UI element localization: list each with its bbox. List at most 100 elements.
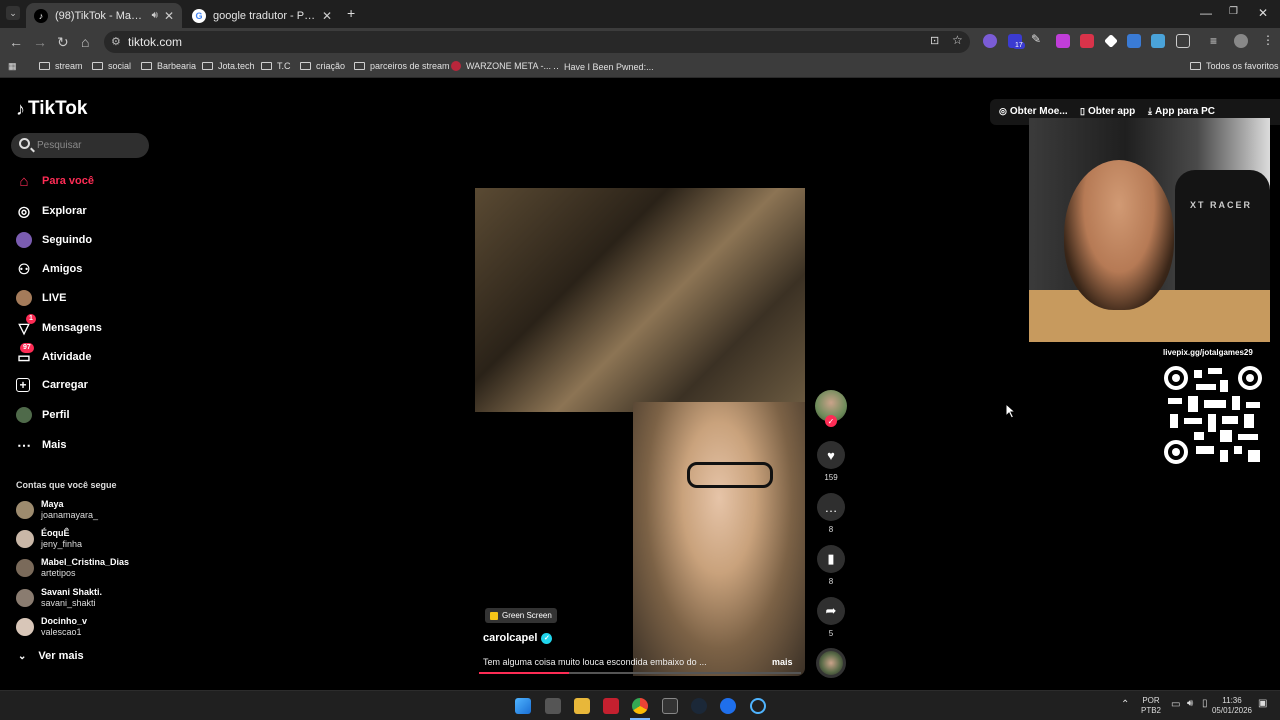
all-bookmarks-folder[interactable]: Todos os favoritos — [1190, 61, 1279, 71]
new-tab-icon[interactable]: + — [347, 5, 355, 21]
restore-icon[interactable]: ❐ — [1229, 6, 1238, 17]
site-info-icon[interactable]: ⚙ — [111, 35, 121, 48]
search-app-icon[interactable] — [750, 698, 766, 714]
account-handle: joanamayara_ — [41, 510, 99, 520]
tiktok-logo[interactable]: ♪ TikTok — [16, 98, 87, 120]
messages-badge: 1 — [26, 314, 36, 324]
nav-mais[interactable]: ⋯ Mais — [16, 437, 66, 453]
address-bar[interactable]: ⚙ tiktok.com ⊡ ☆ — [104, 31, 970, 53]
translate-icon[interactable] — [1127, 34, 1141, 48]
app-icon[interactable] — [603, 698, 619, 714]
caption-more-button[interactable]: mais — [772, 657, 793, 667]
bookmark-folder[interactable]: parceiros de stream — [354, 61, 450, 71]
back-icon[interactable]: ← — [9, 34, 23, 50]
clock[interactable]: 11:36 05/01/2026 — [1209, 696, 1255, 716]
profile-avatar[interactable] — [1234, 34, 1248, 48]
network-icon[interactable]: ▭ — [1171, 700, 1180, 710]
followed-account[interactable]: ÉoquÊ jeny_finha — [16, 528, 82, 550]
followed-account[interactable]: Mabel_Cristina_Dias artetipos — [16, 557, 129, 579]
bookmark-folder[interactable]: Jota.tech — [202, 61, 255, 71]
followed-account[interactable]: Maya joanamayara_ — [16, 499, 98, 521]
bookmark-label: Jota.tech — [218, 61, 255, 71]
task-view-icon[interactable] — [545, 698, 561, 714]
bookmark-folder[interactable]: T.C — [261, 61, 291, 71]
extension-icon[interactable] — [1151, 34, 1165, 48]
nav-seguindo[interactable]: Seguindo — [16, 232, 92, 248]
folder-icon — [300, 62, 311, 70]
nav-atividade[interactable]: ▭ 97 Atividade — [16, 343, 92, 365]
see-more-button[interactable]: ⌄ Ver mais — [18, 650, 84, 662]
close-icon[interactable]: ✕ — [316, 9, 332, 23]
qr-code — [1164, 366, 1262, 464]
qr-module — [1232, 396, 1240, 410]
nav-explorar[interactable]: ◎ Explorar — [16, 203, 87, 219]
bookmark-folder[interactable]: social — [92, 61, 131, 71]
follow-check-icon[interactable]: ✓ — [825, 415, 837, 427]
menu-kebab-icon[interactable]: ⋮ — [1262, 33, 1274, 47]
nav-carregar[interactable]: + Carregar — [16, 378, 88, 392]
extensions-puzzle-icon[interactable] — [1176, 34, 1190, 48]
nav-mensagens[interactable]: ▽ 1 Mensagens — [16, 314, 102, 336]
close-icon[interactable]: ✕ — [158, 9, 174, 23]
like-button[interactable]: ♥ 159 — [816, 441, 846, 482]
bookmark-folder[interactable]: stream — [39, 61, 83, 71]
like-count: 159 — [824, 473, 838, 482]
video-author[interactable]: carolcapel ✓ — [483, 632, 553, 644]
chrome-icon[interactable] — [632, 698, 648, 714]
steam-icon[interactable] — [691, 698, 707, 714]
green-screen-chip[interactable]: Green Screen — [485, 608, 557, 623]
tab-search-icon[interactable]: ⌄ — [6, 6, 20, 20]
pc-app-label: App para PC — [1154, 106, 1215, 117]
battery-icon[interactable]: ▯ — [1202, 699, 1208, 709]
music-disc[interactable] — [816, 648, 846, 678]
close-window-icon[interactable]: ✕ — [1258, 6, 1268, 20]
nav-label: Mensagens — [42, 322, 102, 334]
epic-games-icon[interactable] — [662, 698, 678, 714]
tray-chevron-up-icon[interactable]: ⌃ — [1121, 700, 1129, 710]
followed-account[interactable]: Savani Shakti. savani_shakti — [16, 587, 102, 609]
nav-live[interactable]: LIVE — [16, 290, 66, 306]
volume-icon[interactable]: 🔊︎ — [1187, 699, 1193, 709]
file-explorer-icon[interactable] — [574, 698, 590, 714]
share-icon: ➦ — [817, 597, 845, 625]
nav-amigos[interactable]: ⚇ Amigos — [16, 261, 83, 277]
mouse-cursor-icon — [1005, 403, 1017, 419]
reload-icon[interactable]: ↻ — [57, 34, 69, 50]
bookmark-link[interactable]: WARZONE META -... — [451, 61, 551, 71]
followed-account[interactable]: Docinho_v valescao1 — [16, 616, 87, 638]
video-progress-bar[interactable] — [479, 672, 801, 674]
bookmark-link[interactable]: ‥ Have I Been Pwned:... — [553, 61, 654, 72]
share-button[interactable]: ➦ 5 — [816, 597, 846, 638]
reading-list-icon[interactable]: ≡ — [1210, 34, 1217, 48]
pc-app-button[interactable]: ⤓ App para PC — [1148, 106, 1215, 117]
bookmark-label: WARZONE META -... — [466, 61, 551, 71]
extension-icon[interactable] — [1056, 34, 1070, 48]
save-button[interactable]: ▮ 8 — [816, 545, 846, 586]
extension-icon[interactable] — [983, 34, 997, 48]
tab-google[interactable]: G google tradutor - Pesquisa Goo ✕ — [184, 3, 340, 28]
bookmark-folder[interactable]: Barbearia — [141, 61, 196, 71]
battlenet-icon[interactable] — [720, 698, 736, 714]
nav-perfil[interactable]: Perfil — [16, 407, 70, 423]
get-app-button[interactable]: ▯ Obter app — [1080, 106, 1135, 117]
bookmark-folder[interactable]: criação — [300, 61, 345, 71]
pen-icon[interactable]: ✎ — [1031, 32, 1045, 46]
home-icon[interactable]: ⌂ — [81, 34, 89, 50]
extension-icon[interactable] — [1080, 34, 1094, 48]
install-app-icon[interactable]: ⊡ — [930, 34, 939, 47]
bookmark-label: T.C — [277, 61, 291, 71]
forward-icon[interactable]: → — [33, 34, 47, 50]
search-input[interactable]: Pesquisar — [11, 133, 149, 158]
comment-button[interactable]: … 8 — [816, 493, 846, 534]
minimize-icon[interactable]: — — [1200, 6, 1212, 20]
language-indicator[interactable]: POR PTB2 — [1141, 696, 1161, 716]
windows-start-icon[interactable] — [515, 698, 531, 714]
account-name: ÉoquÊ — [41, 528, 70, 538]
tab-tiktok[interactable]: ♪ (98)TikTok - Make Your Day 🔊︎ ✕ — [26, 3, 182, 28]
video-player[interactable]: Green Screen carolcapel ✓ Tem alguma coi… — [475, 92, 805, 676]
notification-icon[interactable]: ▣ — [1258, 699, 1267, 709]
apps-grid-icon[interactable]: ▦ — [8, 61, 17, 72]
get-coins-button[interactable]: ◎ Obter Moe... — [999, 106, 1068, 117]
bookmark-star-icon[interactable]: ☆ — [952, 33, 963, 47]
nav-para-voce[interactable]: ⌂ Para você — [16, 173, 94, 190]
